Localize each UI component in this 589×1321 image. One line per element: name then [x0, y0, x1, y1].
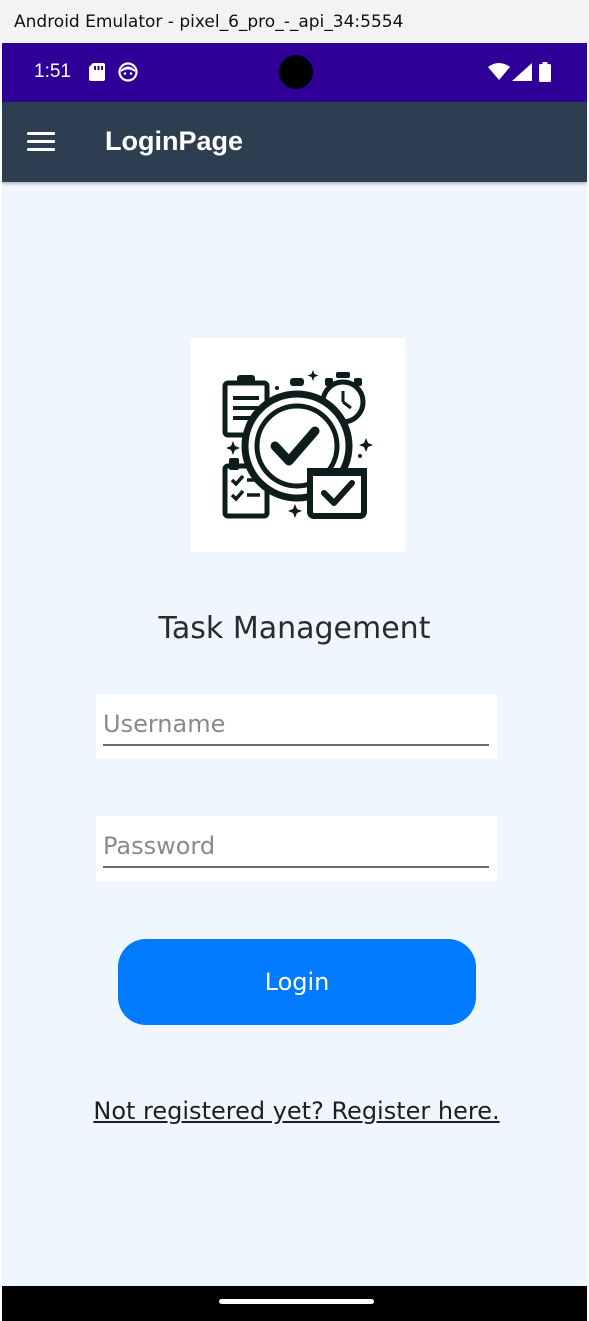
username-field	[96, 694, 497, 759]
task-management-logo	[222, 370, 373, 519]
notification-face-icon	[118, 62, 138, 82]
app-bar: LoginPage	[2, 102, 587, 182]
status-bar: 1:51	[2, 43, 587, 102]
window-title-bar: Android Emulator - pixel_6_pro_-_api_34:…	[0, 0, 589, 43]
login-button[interactable]: Login	[118, 939, 476, 1025]
password-input[interactable]	[103, 826, 489, 868]
register-link[interactable]: Not registered yet? Register here.	[2, 1097, 587, 1125]
hamburger-menu-icon[interactable]	[27, 132, 55, 152]
password-field	[96, 816, 497, 881]
app-title: Task Management	[158, 611, 431, 646]
window-title: Android Emulator - pixel_6_pro_-_api_34:…	[14, 11, 404, 32]
status-time: 1:51	[34, 61, 71, 82]
wifi-icon	[488, 63, 510, 80]
navigation-bar	[2, 1286, 587, 1321]
battery-icon	[539, 62, 551, 82]
home-gesture-handle[interactable]	[219, 1299, 374, 1304]
page-title: LoginPage	[105, 126, 244, 156]
app-logo	[190, 338, 405, 552]
camera-cutout	[279, 55, 313, 89]
cell-signal-icon	[512, 63, 532, 81]
phone-screen: 1:51 LoginPage Task Management Username …	[2, 43, 587, 1321]
username-input[interactable]	[103, 704, 489, 746]
sd-card-icon	[89, 63, 105, 81]
